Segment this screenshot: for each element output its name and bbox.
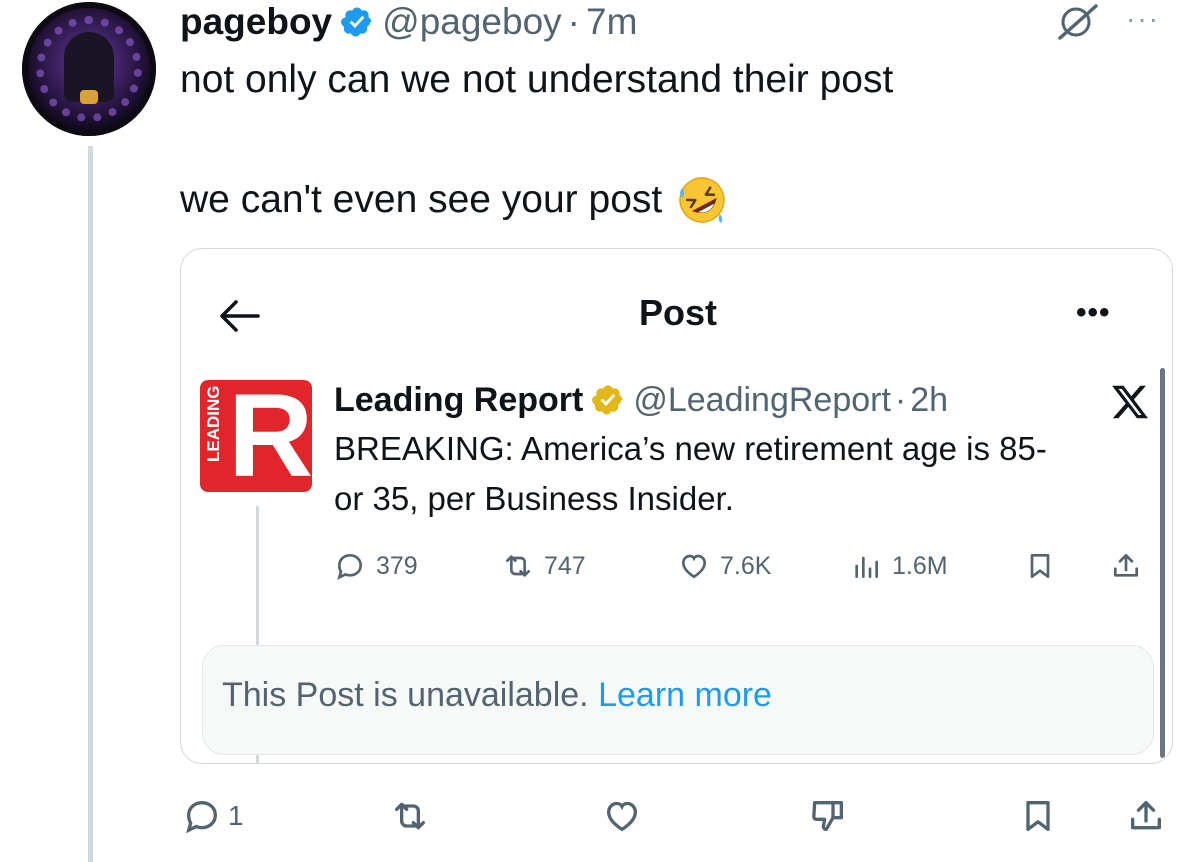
quoted-likes-count: 7.6K — [720, 551, 772, 580]
avatar-gem — [80, 90, 98, 104]
quoted-reposts-count: 747 — [544, 551, 586, 580]
heart-icon — [606, 801, 638, 832]
quoted-post-text-line-1: BREAKING: America’s new retirement age i… — [334, 430, 1047, 467]
quoted-separator-dot: · — [894, 380, 907, 419]
thread-line — [88, 146, 93, 862]
quoted-bookmark-stat — [1024, 546, 1056, 586]
avatar[interactable] — [22, 2, 156, 136]
bookmark-button[interactable] — [1018, 794, 1058, 838]
post-text-line-2: we can't even see your post — [180, 174, 728, 226]
author-handle[interactable]: @pageboy — [382, 1, 562, 43]
grok-icon[interactable] — [1054, 4, 1102, 40]
gold-verified-badge-icon — [592, 385, 623, 415]
logo-vertical-text: LEADING — [204, 385, 223, 463]
more-options-button[interactable]: ··· — [1126, 4, 1160, 34]
heart-icon — [681, 554, 707, 579]
repost-icon — [506, 555, 530, 577]
screenshot-more-icon: ••• — [1076, 296, 1111, 329]
post-unavailable-message: This Post is unavailable. Learn more — [222, 676, 772, 715]
post-text-line-1: not only can we not understand their pos… — [180, 58, 894, 101]
screenshot-scrollbar — [1160, 368, 1165, 758]
like-button[interactable] — [602, 794, 642, 838]
bookmark-icon — [1026, 801, 1050, 831]
share-icon — [1114, 554, 1138, 577]
x-logo-icon — [1112, 385, 1149, 419]
post-text-line-2-content: we can't even see your post — [180, 178, 663, 221]
rolling-on-floor-laughing-emoji-icon — [679, 177, 725, 223]
reply-button[interactable]: 1 — [182, 794, 244, 838]
thumbs-down-icon — [812, 801, 843, 831]
unavailable-text: This Post is unavailable. — [222, 676, 589, 714]
quoted-replies-count: 379 — [376, 551, 418, 580]
bookmark-icon — [1030, 554, 1050, 578]
reply-icon — [337, 553, 363, 580]
quoted-author-handle: @LeadingReport — [633, 380, 891, 419]
leading-report-logo: R LEADING — [200, 380, 312, 492]
repost-button[interactable] — [390, 794, 430, 838]
post-header: pageboy @pageboy · 7m — [180, 1, 637, 43]
quoted-post-time: 2h — [910, 380, 949, 419]
quoted-reposts-stat: 747 — [502, 546, 586, 586]
quoted-views-count: 1.6M — [892, 551, 948, 580]
separator-dot: · — [567, 1, 580, 42]
back-arrow-icon — [220, 300, 260, 332]
reply-count: 1 — [228, 800, 244, 831]
views-chart-icon — [855, 556, 878, 578]
quoted-likes-stat: 7.6K — [678, 546, 771, 586]
repost-icon — [395, 802, 425, 830]
share-button[interactable] — [1126, 794, 1166, 838]
quoted-post-text-line-2: or 35, per Business Insider. — [334, 480, 734, 517]
screenshot-nav-title: Post — [638, 292, 717, 333]
dislike-button[interactable] — [808, 794, 848, 838]
post-time[interactable]: 7m — [586, 1, 637, 43]
quoted-views-stat: 1.6M — [850, 546, 948, 586]
logo-letter: R — [228, 380, 312, 492]
quoted-replies-stat: 379 — [334, 546, 418, 586]
share-icon — [1131, 801, 1161, 830]
quoted-share-stat — [1110, 546, 1142, 586]
quoted-post-header: Leading Report @LeadingReport · 2h — [334, 378, 948, 422]
learn-more-link: Learn more — [598, 676, 772, 714]
quoted-author-name: Leading Report — [334, 380, 584, 419]
author-name[interactable]: pageboy — [180, 1, 332, 43]
verified-badge-icon — [341, 7, 372, 37]
reply-icon — [186, 800, 218, 834]
